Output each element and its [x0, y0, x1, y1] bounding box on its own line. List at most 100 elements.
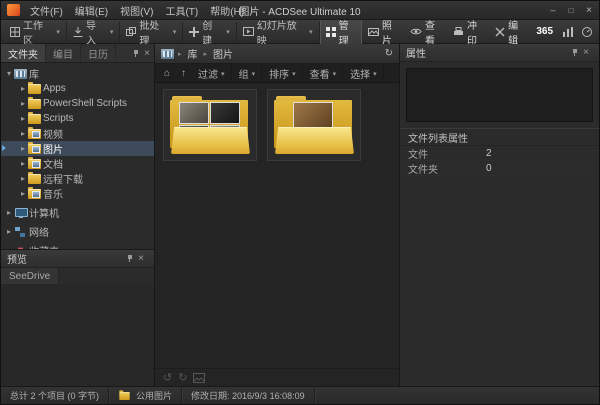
expander-icon[interactable] [4, 227, 14, 236]
pin-icon[interactable] [126, 254, 134, 263]
tree-item-favorites[interactable]: 收藏夹 [1, 243, 154, 249]
menu-file[interactable]: 文件(F) [24, 1, 69, 19]
tree-label: 收藏夹 [29, 243, 59, 249]
close-panel-icon[interactable] [583, 47, 589, 58]
batch-button[interactable]: 批处理 [120, 22, 183, 42]
home-icon[interactable] [159, 64, 175, 82]
tree-item-videos[interactable]: 视频 [1, 126, 154, 141]
batch-icon [126, 27, 136, 37]
tree-label: 远程下载 [43, 171, 83, 186]
chevron-down-icon [370, 68, 377, 79]
view-button[interactable]: 查看 [304, 64, 344, 82]
eye-icon [410, 27, 422, 36]
window-controls [545, 4, 597, 17]
workspace-button[interactable]: 工作区 [4, 22, 67, 42]
pin-icon[interactable] [571, 48, 579, 57]
folder-icon [28, 99, 41, 109]
bar-chart-icon [563, 27, 573, 37]
expander-icon[interactable] [18, 84, 28, 93]
photos-icon [368, 27, 379, 37]
music-folder-icon [28, 189, 41, 199]
folder-icon-large [170, 96, 250, 154]
property-row-folders: 文件夹 0 [400, 161, 599, 176]
tab-calendar[interactable]: 日历 [81, 44, 116, 62]
expander-icon[interactable] [18, 174, 28, 183]
content-footer [155, 368, 399, 386]
expander-icon[interactable] [4, 69, 14, 78]
expander-icon[interactable] [18, 129, 28, 138]
status-location: 公用图片 [109, 387, 182, 404]
tree-item-pictures[interactable]: 图片 [1, 141, 154, 156]
folder-icon-large [274, 96, 354, 154]
properties-header: 属性 [400, 44, 599, 62]
menu-edit[interactable]: 编辑(E) [69, 1, 114, 19]
breadcrumb: 库 图片 [155, 44, 399, 64]
rotate-right-icon[interactable] [178, 371, 187, 384]
breadcrumb-pictures[interactable]: 图片 [211, 46, 235, 61]
filter-button[interactable]: 过滤 [192, 64, 232, 82]
folder-icon [28, 84, 41, 94]
tree-label: 图片 [43, 141, 63, 156]
tree-label: 视频 [43, 126, 63, 141]
create-button[interactable]: 创建 [183, 22, 236, 42]
minimize-button[interactable] [545, 4, 561, 17]
expander-icon[interactable] [18, 189, 28, 198]
expander-icon[interactable] [18, 114, 28, 123]
group-button[interactable]: 组 [233, 64, 263, 82]
tree-item-remote-downloads[interactable]: 远程下载 [1, 171, 154, 186]
status-total: 总计 2 个项目 (0 字节) [1, 387, 109, 404]
property-value: 0 [486, 163, 492, 174]
tab-folders[interactable]: 文件夹 [1, 44, 46, 62]
close-panel-icon[interactable] [138, 253, 144, 264]
expander-icon[interactable] [18, 159, 28, 168]
slideshow-label: 幻灯片放映 [257, 17, 303, 47]
tree-item-apps[interactable]: Apps [1, 81, 154, 96]
rotate-left-icon[interactable] [163, 371, 172, 384]
tree-item-documents[interactable]: 文档 [1, 156, 154, 171]
refresh-icon[interactable] [385, 48, 393, 59]
menu-view[interactable]: 视图(V) [114, 1, 159, 19]
maximize-button[interactable] [563, 4, 579, 17]
dashboard-button[interactable] [578, 25, 596, 39]
sort-button[interactable]: 排序 [263, 64, 303, 82]
pin-icon[interactable] [132, 49, 140, 58]
tree-item-powershell-scripts[interactable]: PowerShell Scripts [1, 96, 154, 111]
expander-icon[interactable] [18, 99, 28, 108]
folder-thumbnail-1[interactable] [163, 89, 257, 161]
stats-chart-button[interactable] [559, 25, 577, 39]
slideshow-button[interactable]: 幻灯片放映 [237, 22, 320, 42]
close-panel-icon[interactable] [144, 48, 150, 59]
menu-tools[interactable]: 工具(T) [159, 1, 204, 19]
up-level-icon[interactable] [176, 64, 191, 82]
tab-catalog[interactable]: 编目 [46, 44, 81, 62]
tree-item-network[interactable]: 网络 [1, 224, 154, 239]
tree-item-music[interactable]: 音乐 [1, 186, 154, 201]
tree-label: Scripts [43, 113, 74, 124]
expander-icon[interactable] [18, 144, 28, 153]
sort-label: 排序 [269, 66, 289, 81]
image-tool-icon[interactable] [193, 373, 205, 383]
pictures-folder-icon [28, 144, 41, 154]
tree-item-computer[interactable]: 计算机 [1, 205, 154, 220]
breadcrumb-library[interactable]: 库 [186, 46, 200, 61]
view-label: 查看 [310, 66, 330, 81]
breadcrumb-separator-icon [204, 48, 208, 59]
folder-thumbnail-2[interactable] [267, 89, 361, 161]
close-button[interactable] [581, 4, 597, 17]
mode-365-label: 365 [536, 26, 553, 37]
expander-icon[interactable] [4, 208, 14, 217]
mode-photos-label: 照片 [382, 17, 399, 47]
import-button[interactable]: 导入 [67, 22, 120, 42]
preview-panel: 预览 SeeDrive [1, 249, 154, 386]
status-modified-text: 修改日期: 2016/9/3 16:08:09 [191, 389, 305, 402]
select-button[interactable]: 选择 [344, 64, 384, 82]
filter-label: 过滤 [198, 66, 218, 81]
expander-icon[interactable] [4, 246, 14, 249]
mode-365[interactable]: 365 [531, 24, 558, 39]
tree-item-scripts[interactable]: Scripts [1, 111, 154, 126]
tree-item-library[interactable]: 库 [1, 66, 154, 81]
folder-icon [28, 114, 41, 124]
seedrive-tab[interactable]: SeeDrive [1, 268, 59, 284]
main-toolbar: 工作区 导入 批处理 创建 幻灯片放映 管理 [1, 20, 599, 44]
mode-manage-label: 管理 [339, 17, 356, 47]
